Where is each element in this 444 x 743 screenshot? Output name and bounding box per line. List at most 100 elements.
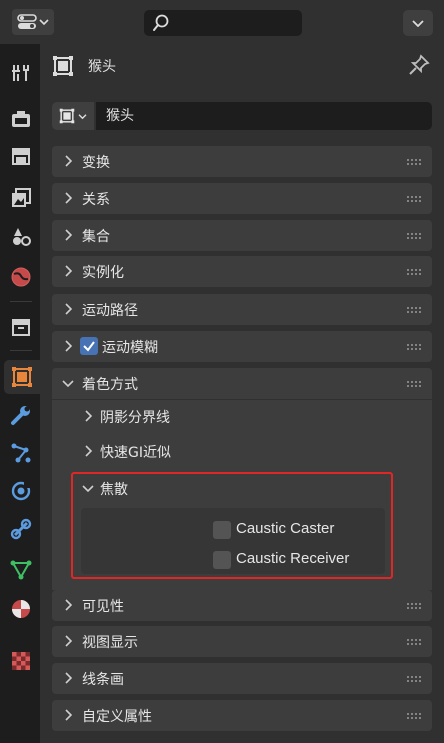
highlight-annotation-box (71, 472, 393, 579)
section-label: 关系 (82, 192, 110, 208)
drag-grip-icon[interactable] (406, 675, 422, 683)
printer-icon (12, 148, 30, 165)
tab-render[interactable] (4, 102, 38, 136)
section-relations[interactable]: 关系 (52, 183, 432, 214)
chevron-right-icon (65, 265, 73, 277)
chevron-down-icon (78, 113, 87, 119)
image-stack-icon (12, 188, 31, 207)
chevron-down-icon (39, 19, 49, 26)
constraint-icon (10, 518, 32, 540)
object-square-icon (12, 367, 32, 387)
subsection-shadow-terminator[interactable]: 阴影分界线 (52, 402, 432, 432)
tab-divider (10, 350, 32, 351)
subsection-label: 快速GI近似 (100, 445, 171, 461)
drag-grip-icon[interactable] (406, 638, 422, 646)
checkmark-icon (83, 341, 95, 352)
options-dropdown-button[interactable] (403, 10, 433, 36)
tab-scene[interactable] (4, 220, 38, 254)
tab-data[interactable] (4, 552, 38, 586)
section-motion-paths[interactable]: 运动路径 (52, 294, 432, 325)
drag-grip-icon[interactable] (406, 712, 422, 720)
globe-icon (11, 267, 31, 287)
wrench-screwdriver-icon (12, 65, 29, 81)
pin-icon[interactable] (408, 54, 430, 80)
subsection-label: 阴影分界线 (100, 410, 170, 426)
chevron-right-icon (85, 445, 93, 457)
drag-grip-icon[interactable] (406, 343, 422, 351)
section-label: 变换 (82, 155, 110, 171)
section-instancing[interactable]: 实例化 (52, 256, 432, 287)
object-context-header: 猴头 (52, 54, 116, 78)
physics-orbit-icon (11, 481, 31, 501)
section-label: 集合 (82, 229, 110, 245)
tab-modifiers[interactable] (4, 398, 38, 432)
checker-texture-icon (12, 652, 30, 670)
object-browse-button[interactable] (52, 102, 94, 130)
section-label: 视图显示 (82, 635, 138, 651)
chevron-right-icon (65, 155, 73, 167)
chevron-right-icon (65, 192, 73, 204)
tab-texture[interactable] (4, 644, 38, 678)
section-label: 运动模糊 (102, 340, 158, 356)
wrench-icon (11, 406, 30, 425)
section-visibility[interactable]: 可见性 (52, 590, 432, 621)
drag-grip-icon[interactable] (406, 268, 422, 276)
drag-grip-icon[interactable] (406, 380, 422, 388)
section-line-art[interactable]: 线条画 (52, 663, 432, 694)
tab-material[interactable] (4, 592, 38, 626)
tab-world[interactable] (4, 260, 38, 294)
object-square-icon (53, 56, 73, 76)
motion-blur-checkbox[interactable] (80, 337, 98, 355)
section-label: 运动路径 (82, 303, 138, 319)
drag-grip-icon[interactable] (406, 306, 422, 314)
object-context-name: 猴头 (88, 59, 116, 75)
material-sphere-icon (12, 600, 30, 618)
drag-grip-icon[interactable] (406, 158, 422, 166)
section-label: 可见性 (82, 599, 124, 615)
section-label: 着色方式 (82, 377, 138, 393)
header-bar (0, 0, 444, 44)
section-label: 线条画 (82, 672, 124, 688)
particles-icon (11, 443, 31, 463)
tab-particles[interactable] (4, 436, 38, 470)
tab-collection[interactable] (4, 310, 38, 344)
chevron-right-icon (65, 709, 73, 721)
tab-constraints[interactable] (4, 512, 38, 546)
drag-grip-icon[interactable] (406, 195, 422, 203)
chevron-right-icon (85, 410, 93, 422)
tab-output[interactable] (4, 139, 38, 173)
tab-divider (10, 301, 32, 302)
mesh-triangle-icon (10, 560, 32, 580)
drag-grip-icon[interactable] (406, 232, 422, 240)
drag-grip-icon[interactable] (406, 602, 422, 610)
subsection-fast-gi[interactable]: 快速GI近似 (52, 437, 432, 467)
tab-view-layer[interactable] (4, 181, 38, 215)
chevron-right-icon (65, 229, 73, 241)
editor-type-button[interactable] (12, 9, 54, 35)
section-viewport-display[interactable]: 视图显示 (52, 626, 432, 657)
box-icon (12, 319, 30, 336)
section-custom-properties[interactable]: 自定义属性 (52, 700, 432, 731)
scene-icon (13, 228, 31, 246)
properties-editor-icon (17, 14, 37, 29)
chevron-right-icon (65, 340, 73, 352)
section-transform[interactable]: 变换 (52, 146, 432, 177)
object-name-field[interactable]: 猴头 (96, 102, 432, 130)
tab-physics[interactable] (4, 474, 38, 508)
section-label: 实例化 (82, 265, 124, 281)
camera-back-icon (12, 111, 30, 127)
section-shading[interactable]: 着色方式 (52, 368, 432, 399)
chevron-right-icon (65, 672, 73, 684)
section-collections[interactable]: 集合 (52, 220, 432, 251)
section-motion-blur[interactable]: 运动模糊 (52, 331, 432, 362)
chevron-down-icon (62, 380, 74, 388)
tab-tool[interactable] (4, 56, 38, 90)
tab-object[interactable] (4, 360, 40, 394)
chevron-right-icon (65, 599, 73, 611)
chevron-right-icon (65, 635, 73, 647)
search-icon (153, 14, 169, 31)
chevron-down-icon (412, 20, 424, 27)
chevron-right-icon (65, 303, 73, 315)
search-input[interactable] (144, 10, 302, 36)
object-square-icon (59, 108, 75, 124)
